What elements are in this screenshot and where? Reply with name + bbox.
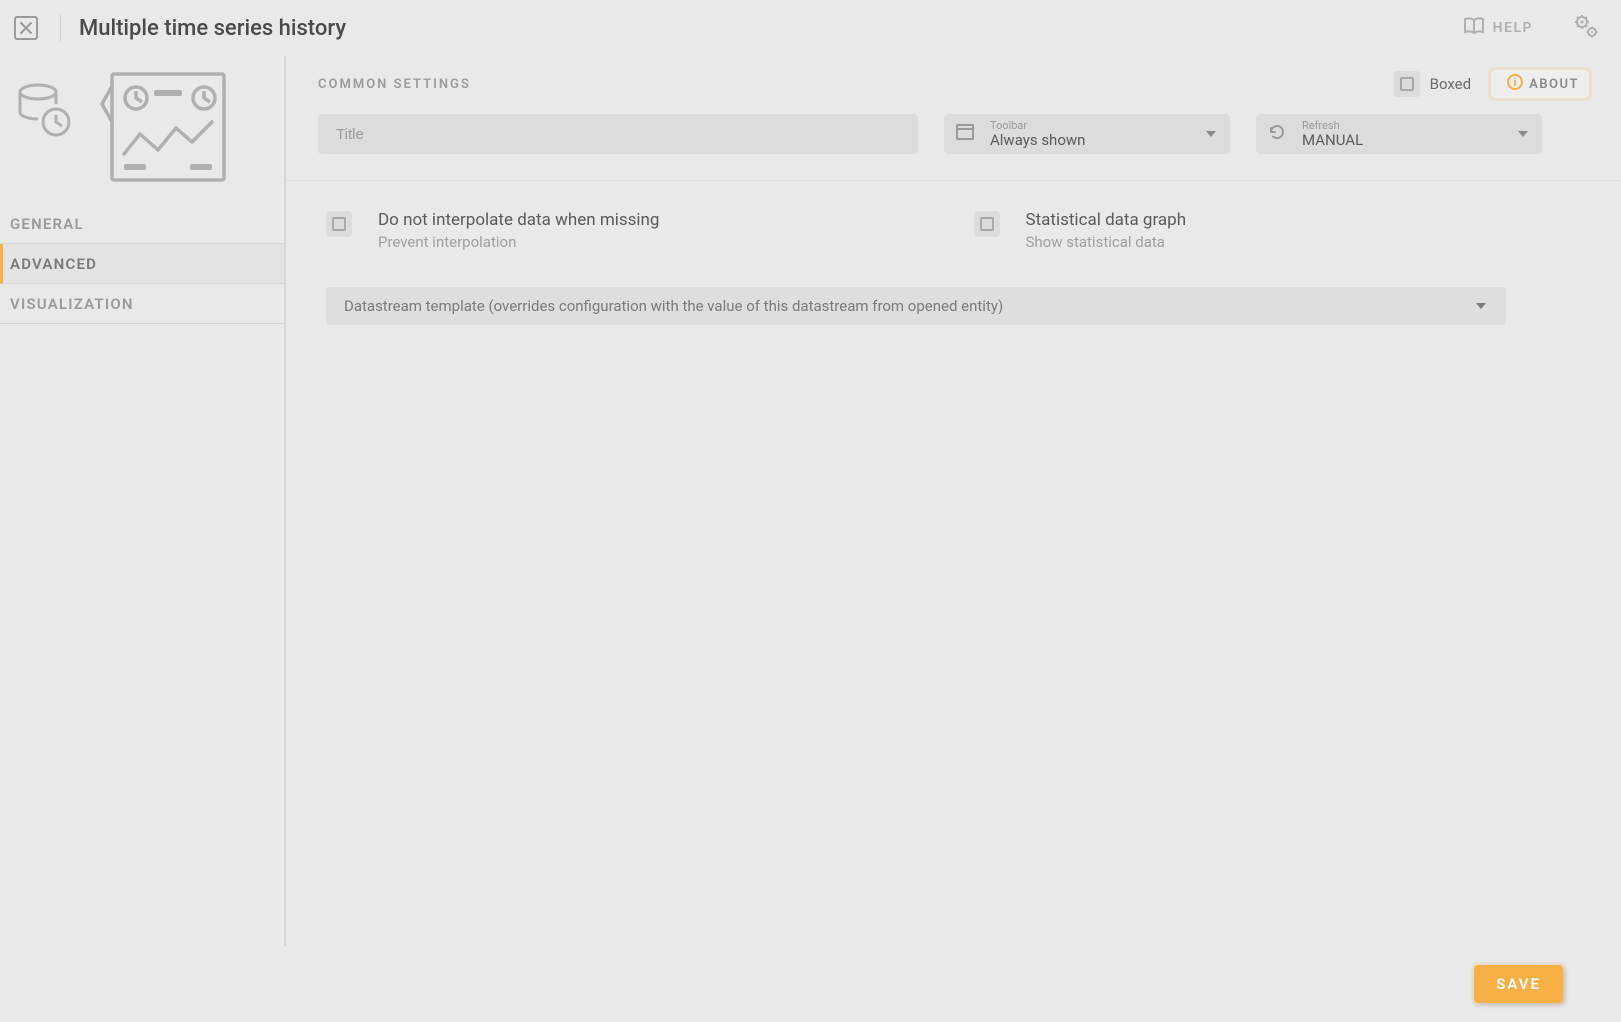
boxed-checkbox[interactable] (1394, 71, 1420, 97)
statistical-checkbox[interactable] (974, 211, 1000, 237)
settings-gear-button[interactable] (1573, 13, 1599, 43)
sidebar-item-label: GENERAL (10, 215, 84, 233)
chevron-down-icon (1476, 303, 1486, 309)
save-button[interactable]: SAVE (1474, 965, 1563, 1003)
sidebar-illustration (0, 56, 284, 204)
interpolate-checkbox[interactable] (326, 211, 352, 237)
header-bar: Multiple time series history HELP (0, 0, 1621, 56)
common-settings-section: COMMON SETTINGS Boxed ABOUT (286, 56, 1621, 180)
sidebar-item-general[interactable]: GENERAL (0, 204, 284, 244)
checkbox-icon (332, 217, 346, 231)
database-clock-icon (16, 82, 72, 142)
gears-icon (1573, 13, 1599, 43)
window-icon (956, 124, 974, 144)
info-icon (1507, 74, 1523, 94)
chevron-down-icon (1518, 131, 1528, 137)
common-settings-title: COMMON SETTINGS (318, 77, 471, 92)
option-statistical: Statistical data graph Show statistical … (974, 209, 1582, 251)
refresh-icon (1268, 123, 1286, 145)
content-pane: COMMON SETTINGS Boxed ABOUT (284, 56, 1621, 946)
help-label: HELP (1493, 20, 1533, 36)
advanced-body: Do not interpolate data when missing Pre… (286, 180, 1621, 946)
sidebar-item-label: ADVANCED (10, 255, 97, 273)
refresh-select[interactable]: Refresh MANUAL (1256, 114, 1542, 154)
toolbar-select[interactable]: Toolbar Always shown (944, 114, 1230, 154)
save-button-label: SAVE (1496, 975, 1541, 993)
close-icon (20, 22, 32, 34)
sidebar-item-visualization[interactable]: VISUALIZATION (0, 284, 284, 324)
footer-bar: SAVE (0, 946, 1621, 1022)
close-button[interactable] (14, 16, 38, 40)
sidebar-item-advanced[interactable]: ADVANCED (0, 244, 284, 284)
title-input[interactable] (334, 125, 902, 144)
boxed-checkbox-group: Boxed (1394, 71, 1471, 97)
option-title: Statistical data graph (1026, 209, 1187, 231)
sidebar-item-label: VISUALIZATION (10, 295, 134, 313)
toolbar-select-label: Toolbar (990, 120, 1085, 131)
about-label: ABOUT (1529, 77, 1579, 92)
refresh-select-value: MANUAL (1302, 133, 1363, 148)
refresh-select-label: Refresh (1302, 120, 1363, 131)
option-interpolate: Do not interpolate data when missing Pre… (326, 209, 934, 251)
checkbox-icon (1400, 77, 1414, 91)
boxed-label: Boxed (1430, 75, 1471, 93)
about-button[interactable]: ABOUT (1491, 70, 1589, 98)
datastream-template-select[interactable]: Datastream template (overrides configura… (326, 287, 1506, 325)
datastream-placeholder: Datastream template (overrides configura… (344, 297, 1003, 315)
header-divider (60, 15, 61, 41)
chevron-down-icon (1206, 131, 1216, 137)
checkbox-icon (980, 217, 994, 231)
book-icon (1463, 17, 1485, 39)
option-title: Do not interpolate data when missing (378, 209, 659, 231)
sidebar: GENERAL ADVANCED VISUALIZATION (0, 56, 284, 1022)
page-title: Multiple time series history (79, 16, 346, 41)
graph-document-icon (100, 70, 228, 188)
toolbar-select-value: Always shown (990, 133, 1085, 148)
title-input-wrapper (318, 114, 918, 154)
option-subtitle: Show statistical data (1026, 233, 1187, 251)
option-subtitle: Prevent interpolation (378, 233, 659, 251)
help-button[interactable]: HELP (1455, 17, 1533, 39)
